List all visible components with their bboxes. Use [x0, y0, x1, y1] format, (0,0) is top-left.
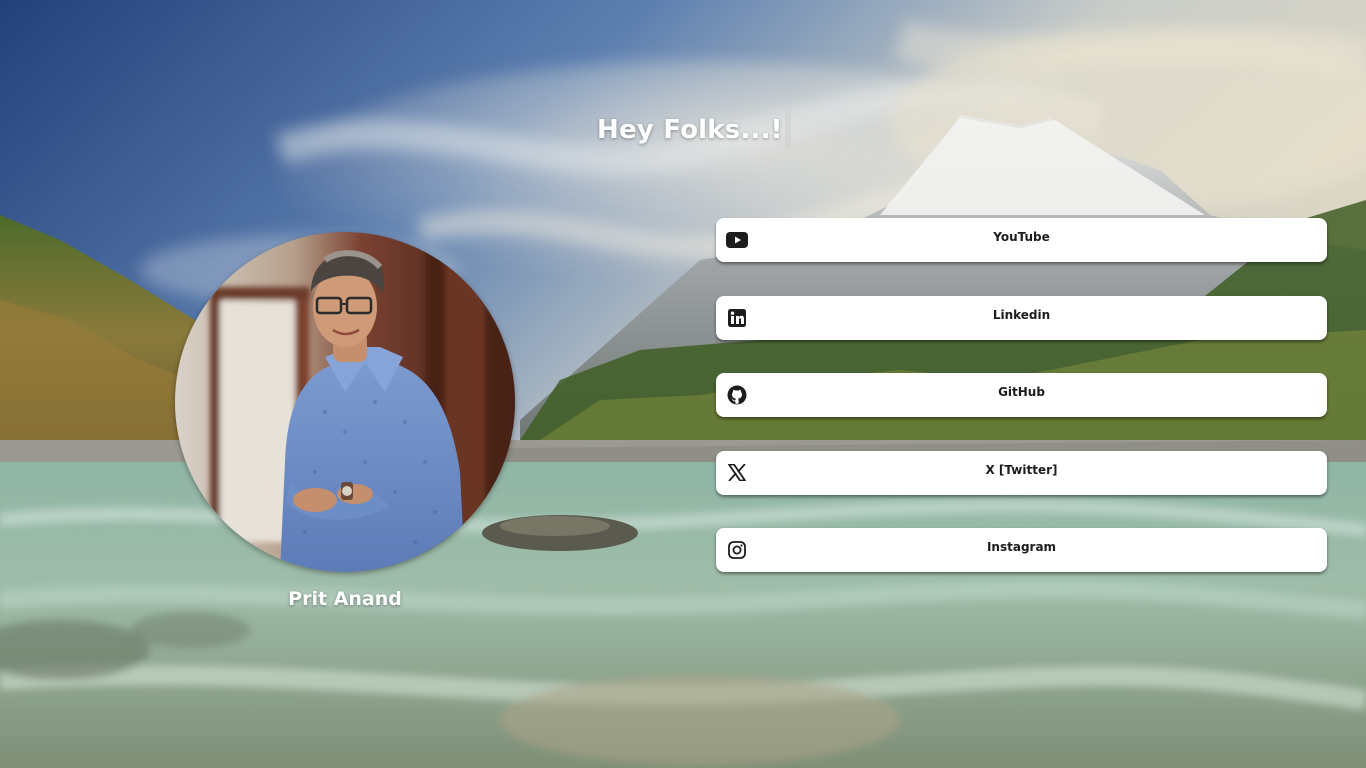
instagram-link-button[interactable]: Instagram — [716, 528, 1327, 572]
greeting-heading: Hey Folks...! — [597, 110, 791, 150]
linkedin-link-label: Linkedin — [992, 307, 1051, 322]
x-twitter-link-button[interactable]: X [Twitter] — [716, 450, 1327, 495]
x-twitter-link-label: X [Twitter] — [985, 462, 1058, 477]
github-link-label: GitHub — [998, 385, 1045, 399]
instagram-link-label: Instagram — [986, 540, 1057, 554]
link-tree-page: Hey Folks...! Prit Anand YouTube Linkedi… — [0, 0, 1366, 768]
profile-name: Prit Anand — [288, 588, 402, 610]
youtube-link-button[interactable]: YouTube — [716, 218, 1327, 262]
typing-cursor — [784, 111, 791, 149]
linkedin-link-button[interactable]: Linkedin — [716, 295, 1327, 340]
youtube-link-label: YouTube — [993, 230, 1050, 244]
greeting-text: Hey Folks...! — [597, 115, 783, 145]
github-link-button[interactable]: GitHub — [716, 373, 1327, 417]
profile-photo — [175, 232, 515, 572]
social-links-list: YouTube Linkedin GitHub X [Twitter] Inst… — [716, 218, 1327, 606]
